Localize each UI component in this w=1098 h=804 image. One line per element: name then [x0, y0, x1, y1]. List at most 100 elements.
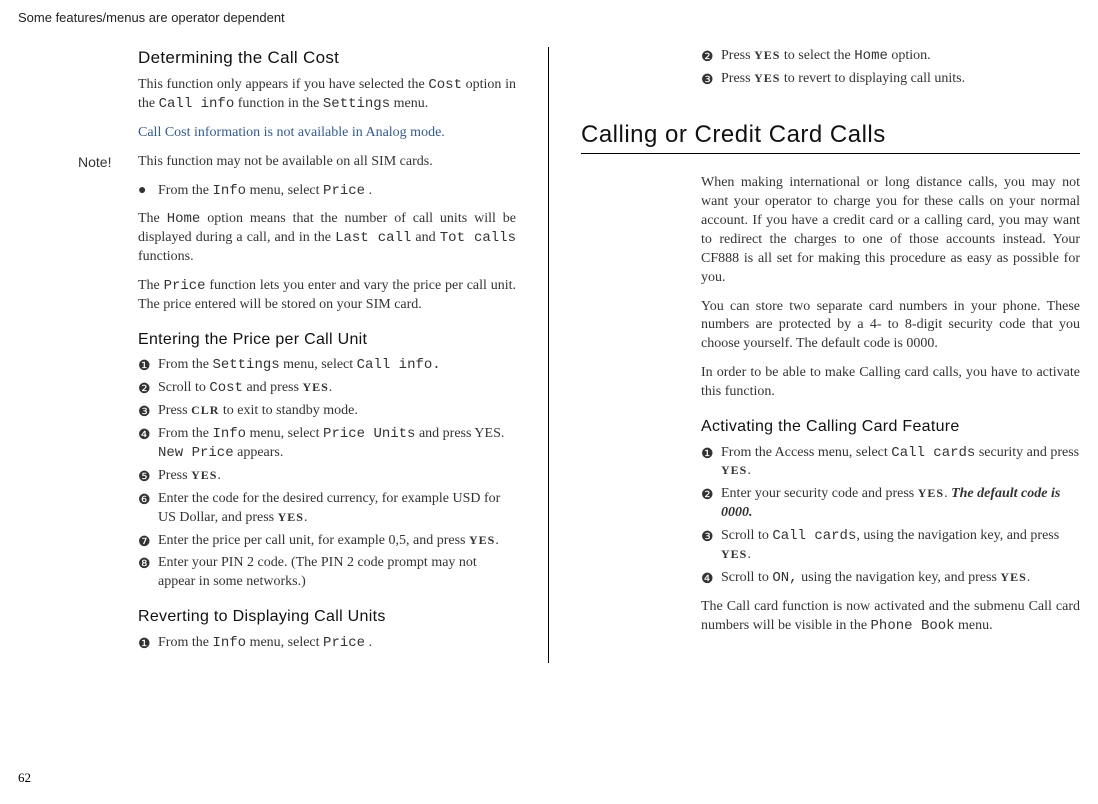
code-price: Price [323, 183, 365, 199]
code-settings: Settings [323, 96, 390, 112]
list-item: ❺ Press YES. [158, 467, 516, 486]
code-cost: Cost [209, 380, 243, 396]
heading-entering-price: Entering the Price per Call Unit [138, 329, 516, 351]
text: functions. [138, 249, 194, 264]
code-call-cards: Call cards [891, 445, 975, 461]
text: From the [158, 183, 212, 198]
text: . [747, 547, 751, 562]
page-number: 62 [18, 770, 31, 786]
heading-determining-call-cost: Determining the Call Cost [138, 47, 516, 70]
text: Enter the code for the desired currency,… [158, 491, 500, 525]
code-home: Home [167, 211, 201, 227]
heading-calling-credit-card: Calling or Credit Card Calls [581, 119, 1080, 154]
text: menu, select [280, 357, 357, 372]
text: security and press [975, 445, 1079, 460]
code-call-info: Call info. [357, 357, 441, 373]
text: . [1027, 570, 1031, 585]
key-yes: YES [754, 71, 780, 85]
text: . [217, 468, 221, 483]
text: . [365, 183, 372, 198]
list-item: ❸ Press CLR to exit to standby mode. [158, 402, 516, 421]
heading-reverting: Reverting to Displaying Call Units [138, 606, 516, 628]
para-cc-intro: When making international or long distan… [701, 174, 1080, 287]
text: function in the [234, 96, 323, 111]
text: and press YES. [415, 426, 504, 441]
code-call-info: Call info [159, 96, 235, 112]
key-clr: CLR [191, 403, 219, 417]
text: using the navigation key, and press [798, 570, 1001, 585]
text: menu, select [246, 635, 323, 650]
key-yes: YES [278, 510, 304, 524]
note-text: This function may not be available on al… [138, 154, 433, 169]
code-price: Price [323, 635, 365, 651]
step-marker: ❸ [701, 70, 714, 89]
list-item: ● From the Info menu, select Price . [158, 182, 516, 201]
bullet-list: ● From the Info menu, select Price . [138, 182, 516, 201]
text: , using the navigation key, and press [856, 528, 1059, 543]
text: appears. [234, 445, 284, 460]
code-info: Info [212, 635, 246, 651]
code-info: Info [212, 183, 246, 199]
text: menu, select [246, 183, 323, 198]
list-item: ❽ Enter your PIN 2 code. (The PIN 2 code… [158, 554, 516, 592]
text: Scroll to [158, 380, 209, 395]
list-item: ❻ Enter the code for the desired currenc… [158, 490, 516, 528]
step-marker: ❷ [701, 47, 714, 66]
ordered-list-reverting: ❶ From the Info menu, select Price . [138, 634, 516, 653]
note-block: Note! This function may not be available… [138, 153, 516, 172]
text: and press [243, 380, 303, 395]
step-marker: ❻ [138, 490, 151, 509]
text: . [304, 510, 308, 525]
code-home: Home [854, 48, 888, 64]
list-item: ❶ From the Settings menu, select Call in… [158, 356, 516, 375]
text: Press [721, 48, 754, 63]
step-marker: ❼ [138, 532, 151, 551]
list-item: ❸ Press YES to revert to displaying call… [721, 70, 1080, 89]
step-marker: ❷ [701, 485, 714, 504]
key-yes: YES [721, 463, 747, 477]
list-item: ❷ Press YES to select the Home option. [721, 47, 1080, 66]
text: to revert to displaying call units. [780, 71, 965, 86]
step-marker: ❺ [138, 467, 151, 486]
step-marker: ❹ [701, 569, 714, 588]
code-price-units: Price Units [323, 426, 415, 442]
step-marker: ❽ [138, 554, 151, 573]
text: Enter your security code and press [721, 486, 918, 501]
text: Press [158, 468, 191, 483]
header-note: Some features/menus are operator depende… [18, 10, 1080, 25]
text: Enter the price per call unit, for examp… [158, 533, 469, 548]
step-marker: ❶ [138, 356, 151, 375]
para-cc-activated: The Call card function is now activated … [701, 598, 1080, 636]
list-item: ❷ Scroll to Cost and press YES. [158, 379, 516, 398]
key-yes: YES [721, 547, 747, 561]
step-marker: ❶ [138, 634, 151, 653]
code-settings: Settings [212, 357, 279, 373]
para-cc-activate: In order to be able to make Calling card… [701, 364, 1080, 402]
ordered-list-continued: ❷ Press YES to select the Home option. ❸… [701, 47, 1080, 89]
step-marker: ❶ [701, 444, 714, 463]
text: From the [158, 426, 212, 441]
list-item: ❸ Scroll to Call cards, using the naviga… [721, 527, 1080, 565]
code-cost: Cost [428, 77, 462, 93]
text: The [138, 278, 164, 293]
code-on: ON, [772, 570, 797, 586]
step-marker: ❹ [138, 425, 151, 444]
text: Press [721, 71, 754, 86]
list-item: ❼ Enter the price per call unit, for exa… [158, 532, 516, 551]
text: From the [158, 357, 212, 372]
text: . [495, 533, 499, 548]
text: This function only appears if you have s… [138, 77, 428, 92]
text: Scroll to [721, 528, 772, 543]
ordered-list-activating: ❶ From the Access menu, select Call card… [701, 444, 1080, 588]
text: . [329, 380, 333, 395]
code-info: Info [212, 426, 246, 442]
code-tot-calls: Tot calls [440, 230, 516, 246]
text: . [944, 486, 951, 501]
para-cc-store: You can store two separate card numbers … [701, 298, 1080, 355]
para-cost-intro: This function only appears if you have s… [138, 76, 516, 114]
step-marker: ❸ [138, 402, 151, 421]
text: . [747, 463, 751, 478]
code-phone-book: Phone Book [871, 618, 955, 634]
text: to select the [780, 48, 854, 63]
text: From the [158, 635, 212, 650]
